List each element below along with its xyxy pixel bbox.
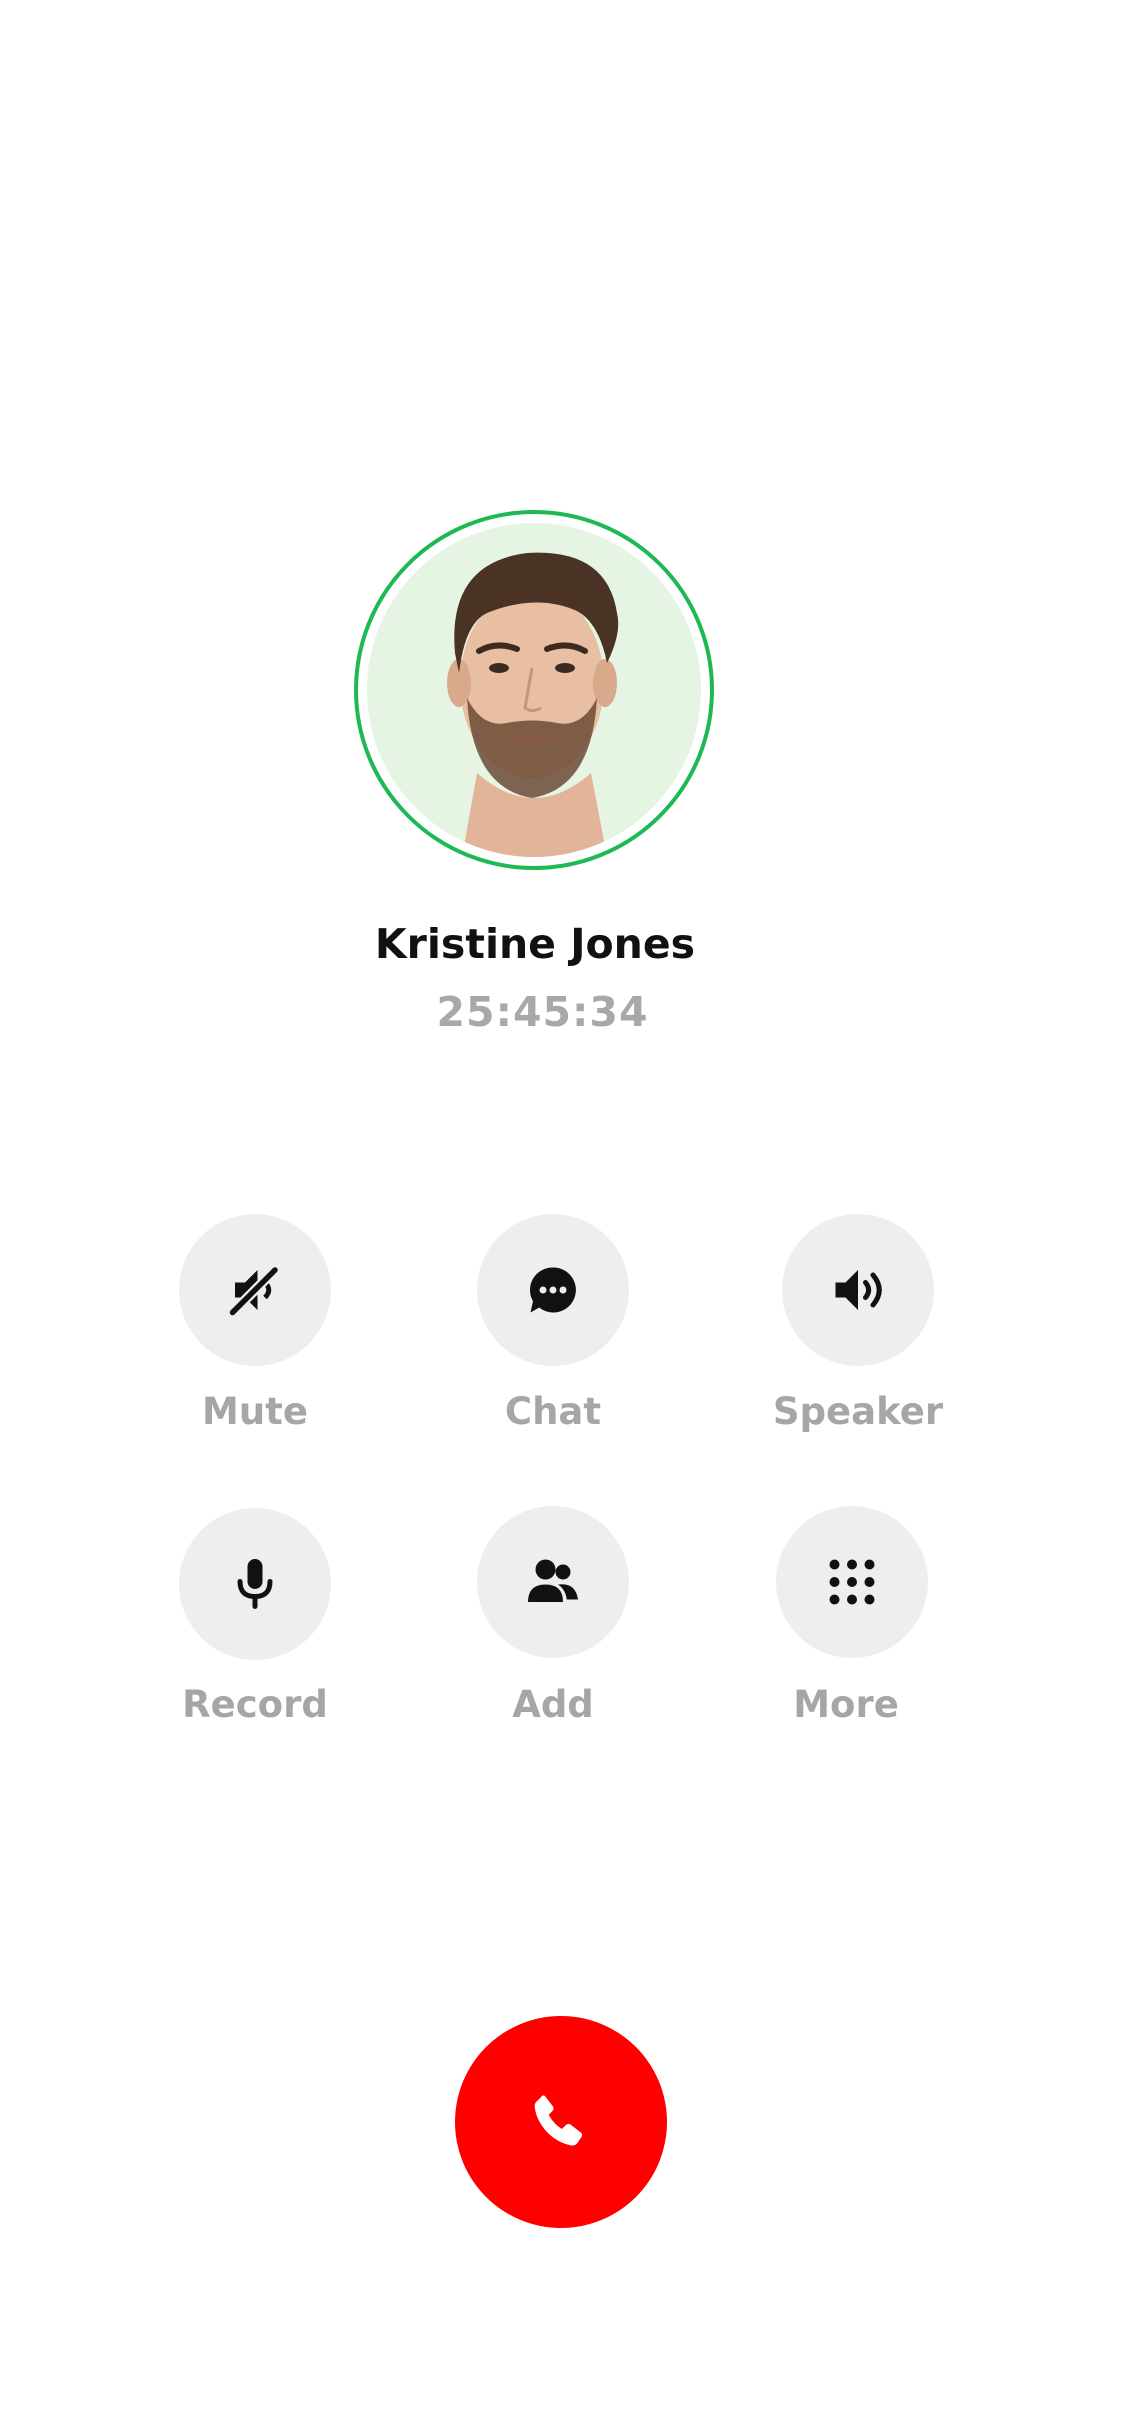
caller-name: Kristine Jones bbox=[374, 920, 696, 968]
add-people-icon bbox=[523, 1552, 583, 1612]
speaker-button[interactable] bbox=[782, 1214, 934, 1366]
avatar bbox=[367, 523, 701, 857]
phone-icon bbox=[526, 2087, 596, 2157]
more-button[interactable] bbox=[776, 1506, 928, 1658]
record-label: Record bbox=[182, 1683, 328, 1726]
keypad-icon bbox=[822, 1552, 882, 1612]
mute-icon bbox=[225, 1260, 285, 1320]
add-button[interactable] bbox=[477, 1506, 629, 1658]
end-call-button[interactable] bbox=[455, 2016, 667, 2228]
speaker-label: Speaker bbox=[772, 1390, 944, 1433]
caller-avatar-ring bbox=[354, 510, 714, 870]
chat-label: Chat bbox=[504, 1390, 602, 1433]
mute-button[interactable] bbox=[179, 1214, 331, 1366]
chat-icon bbox=[523, 1260, 583, 1320]
more-label: More bbox=[793, 1683, 899, 1726]
microphone-icon bbox=[225, 1554, 285, 1614]
add-label: Add bbox=[512, 1683, 594, 1726]
chat-button[interactable] bbox=[477, 1214, 629, 1366]
call-timer: 25:45:34 bbox=[436, 988, 649, 1036]
speaker-icon bbox=[828, 1260, 888, 1320]
record-button[interactable] bbox=[179, 1508, 331, 1660]
mute-label: Mute bbox=[202, 1390, 308, 1433]
